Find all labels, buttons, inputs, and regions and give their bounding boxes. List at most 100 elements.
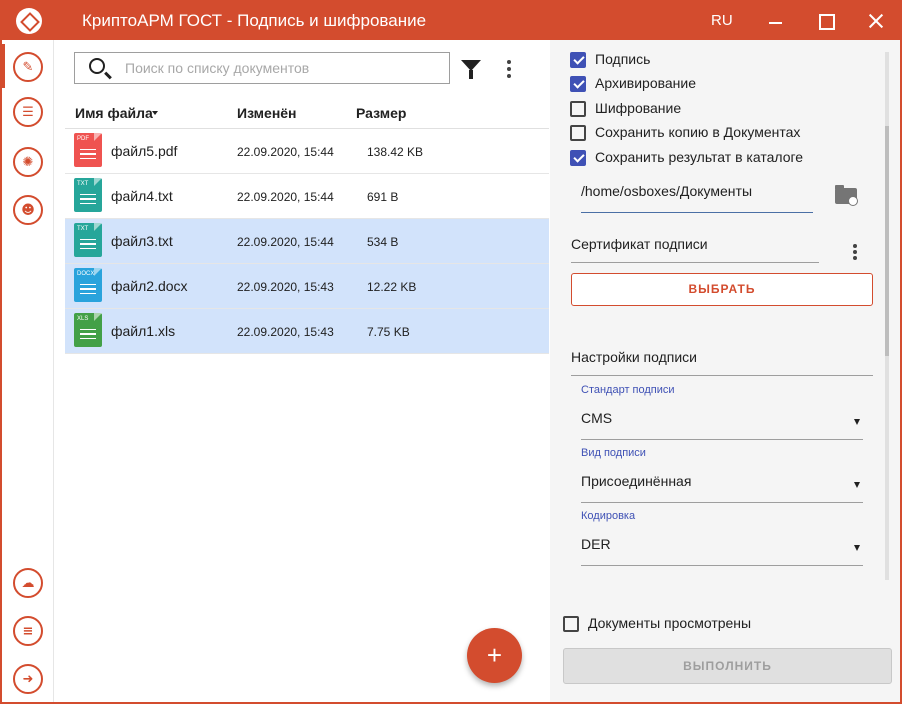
documents-glyph: ☰ [22,104,34,120]
file-lines-icon [80,329,96,339]
option-label: Шифрование [595,100,682,116]
signature-standard-select[interactable]: CMS [581,410,612,426]
panel-scrollbar-thumb[interactable] [885,126,889,356]
file-modified: 22.09.2020, 15:44 [237,190,334,204]
file-ext-label: DOCX [77,271,95,277]
signature-type-select[interactable]: Присоединённая [581,473,691,489]
option-label: Сохранить результат в каталоге [595,149,804,165]
contacts-glyph: ☻ [21,202,35,218]
add-document-button[interactable]: + [467,628,522,683]
column-header-name[interactable]: Имя файла [75,105,153,121]
signature-type-underline [581,502,863,503]
search-input[interactable] [125,57,435,79]
file-type-icon: XLS [74,313,102,347]
file-ext-label: TXT [77,226,89,232]
dropdown-arrow-icon[interactable] [854,419,860,425]
certificates-icon[interactable]: ✺ [13,147,43,177]
certificate-more-icon[interactable] [853,244,857,262]
settings-panel: Подпись Архивирование Шифрование Сохранить … [550,40,900,702]
option-label: Подпись [595,51,651,67]
sidebar-active-indicator [2,44,5,88]
app-window: КриптоАРМ ГОСТ - Подпись и шифрование RU… [0,0,902,704]
file-name: файл1.xls [111,323,176,339]
minimize-icon[interactable] [766,11,786,31]
journal-icon[interactable]: ≡ [13,616,43,646]
sign-settings-divider [571,375,873,376]
checkbox-box[interactable] [570,125,586,141]
table-row[interactable]: DOCX файл2.docx 22.09.2020, 15:43 12.22 KB [65,264,549,309]
file-lines-icon [80,284,96,294]
table-row[interactable]: PDF файл5.pdf 22.09.2020, 15:44 138.42 KB [65,129,549,174]
certificates-glyph: ✺ [22,154,34,170]
output-path-underline [581,212,813,213]
checkbox-box[interactable] [570,52,586,68]
language-selector[interactable]: RU [711,12,733,29]
contacts-icon[interactable]: ☻ [13,195,43,225]
close-icon[interactable] [866,11,886,31]
checkbox-box[interactable] [570,101,586,117]
document-list-pane: Имя файла Изменён Размер PDF файл5.pdf 22.… [55,40,549,702]
file-size: 7.75 KB [367,325,410,339]
execute-button[interactable]: ВЫПОЛНИТЬ [563,648,892,684]
maximize-icon[interactable] [816,11,836,31]
documents-viewed-label: Документы просмотрены [588,615,752,631]
file-modified: 22.09.2020, 15:43 [237,280,334,294]
choose-certificate-button[interactable]: ВЫБРАТЬ [571,273,873,306]
app-logo-icon [16,8,42,34]
table-row[interactable]: TXT файл3.txt 22.09.2020, 15:44 534 B [65,219,549,264]
file-size: 534 B [367,235,399,249]
filter-icon[interactable] [461,60,481,80]
signature-standard-label: Стандарт подписи [581,384,675,396]
file-ext-label: TXT [77,181,89,187]
option-label: Архивирование [595,75,697,91]
checkbox-box[interactable] [570,150,586,166]
exit-glyph: ➜ [22,671,34,687]
certificate-label: Сертификат подписи [571,236,708,252]
exit-icon[interactable]: ➜ [13,664,43,694]
folder-browse-icon[interactable] [835,185,858,206]
file-lines-icon [80,194,96,204]
sort-descending-icon [152,111,158,115]
file-name: файл3.txt [111,233,173,249]
column-header-modified[interactable]: Изменён [237,105,297,121]
encoding-label: Кодировка [581,510,636,522]
file-size: 12.22 KB [367,280,417,294]
file-modified: 22.09.2020, 15:44 [237,145,334,159]
file-ext-label: PDF [77,136,89,142]
signature-icon[interactable]: ✎ [13,52,43,82]
search-icon [89,58,105,74]
documents-viewed-box[interactable] [563,616,579,632]
file-modified: 22.09.2020, 15:44 [237,235,334,249]
file-name: файл4.txt [111,188,173,204]
journal-glyph: ≡ [22,623,34,639]
cloud-icon[interactable]: ☁ [13,568,43,598]
file-type-icon: PDF [74,133,102,167]
dropdown-arrow-icon[interactable] [854,545,860,551]
more-vert-icon[interactable] [507,60,511,78]
file-lines-icon [80,239,96,249]
file-type-icon: TXT [74,178,102,212]
option-label: Сохранить копию в Документах [595,124,801,140]
table-row[interactable]: TXT файл4.txt 22.09.2020, 15:44 691 B [65,174,549,219]
file-lines-icon [80,149,96,159]
dropdown-arrow-icon[interactable] [854,482,860,488]
sidebar: ✎ ☰ ✺ ☻ ☁ ≡ ➜ [2,40,54,702]
checkbox-box[interactable] [570,76,586,92]
title-bar: КриптоАРМ ГОСТ - Подпись и шифрование RU [2,2,900,40]
sign-settings-title: Настройки подписи [571,349,697,365]
search-box[interactable] [74,52,450,84]
table-row[interactable]: XLS файл1.xls 22.09.2020, 15:43 7.75 KB [65,309,549,354]
file-name: файл2.docx [111,278,188,294]
file-modified: 22.09.2020, 15:43 [237,325,334,339]
cloud-glyph: ☁ [21,575,35,591]
file-type-icon: TXT [74,223,102,257]
window-title: КриптоАРМ ГОСТ - Подпись и шифрование [82,11,427,30]
encoding-select[interactable]: DER [581,536,611,552]
column-header-size[interactable]: Размер [356,105,406,121]
signature-type-label: Вид подписи [581,447,646,459]
file-name: файл5.pdf [111,143,178,159]
certificate-underline [571,262,819,263]
documents-icon[interactable]: ☰ [13,97,43,127]
output-path-field[interactable]: /home/osboxes/Документы [581,183,752,199]
signature-glyph: ✎ [22,59,34,75]
